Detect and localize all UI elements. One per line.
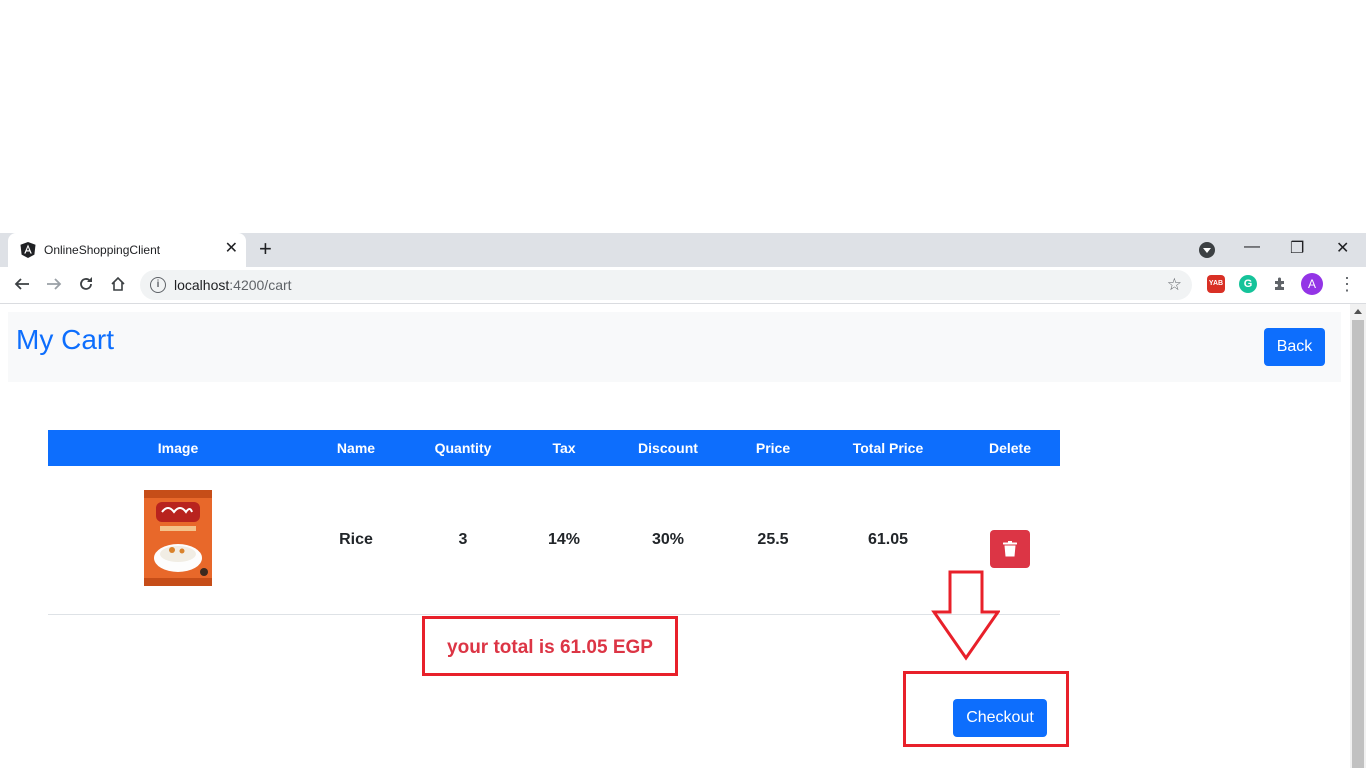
back-arrow-icon[interactable] bbox=[11, 273, 33, 295]
product-price: 25.5 bbox=[730, 466, 816, 615]
more-menu-icon[interactable]: ⋮ bbox=[1338, 275, 1356, 293]
angular-icon bbox=[20, 242, 36, 258]
product-image-cell bbox=[48, 466, 308, 615]
checkout-highlight-box: Checkout bbox=[903, 671, 1069, 747]
navbar: My Cart Back bbox=[8, 312, 1341, 382]
new-tab-button[interactable]: + bbox=[259, 238, 272, 260]
page-title[interactable]: My Cart bbox=[16, 324, 114, 356]
product-tax: 14% bbox=[522, 466, 606, 615]
bookmark-star-icon[interactable]: ☆ bbox=[1167, 275, 1182, 295]
vertical-scrollbar[interactable] bbox=[1350, 304, 1366, 768]
column-header-discount: Discount bbox=[606, 430, 730, 466]
restore-icon[interactable]: ❐ bbox=[1290, 238, 1304, 258]
column-header-tax: Tax bbox=[522, 430, 606, 466]
table-header-row: Image Name Quantity Tax Discount Price T… bbox=[48, 430, 1060, 466]
back-button[interactable]: Back bbox=[1264, 328, 1325, 366]
browser-tab[interactable]: OnlineShoppingClient ✕ bbox=[8, 233, 246, 267]
page-viewport: My Cart Back Image Name Quantity Tax Dis… bbox=[0, 304, 1350, 768]
info-icon[interactable]: i bbox=[150, 277, 166, 293]
minimize-icon[interactable]: — bbox=[1244, 238, 1260, 256]
yab-extension-icon[interactable]: YAB bbox=[1207, 275, 1225, 293]
forward-arrow-icon[interactable] bbox=[43, 273, 65, 295]
rice-package-image bbox=[144, 489, 212, 586]
reload-icon[interactable] bbox=[75, 273, 97, 295]
scrollbar-thumb[interactable] bbox=[1352, 320, 1364, 768]
product-quantity: 3 bbox=[404, 466, 522, 615]
avatar[interactable]: A bbox=[1301, 273, 1323, 295]
grammarly-extension-icon[interactable]: G bbox=[1239, 275, 1257, 293]
delete-button[interactable] bbox=[990, 529, 1030, 568]
checkout-button[interactable]: Checkout bbox=[953, 699, 1047, 737]
down-arrow-annotation bbox=[931, 570, 1000, 661]
cart-table: Image Name Quantity Tax Discount Price T… bbox=[48, 430, 1060, 615]
product-name: Rice bbox=[308, 466, 404, 615]
tab-search-icon[interactable] bbox=[1199, 242, 1215, 258]
tab-strip: OnlineShoppingClient ✕ + — ❐ ✕ bbox=[0, 233, 1366, 267]
column-header-quantity: Quantity bbox=[404, 430, 522, 466]
tab-title: OnlineShoppingClient bbox=[44, 243, 161, 257]
column-header-price: Price bbox=[730, 430, 816, 466]
column-header-delete: Delete bbox=[960, 430, 1060, 466]
total-highlight-box: your total is 61.05 EGP bbox=[422, 616, 678, 676]
scroll-up-icon[interactable] bbox=[1354, 309, 1362, 314]
close-window-icon[interactable]: ✕ bbox=[1336, 238, 1349, 258]
column-header-total-price: Total Price bbox=[816, 430, 960, 466]
url-text: localhost:4200/cart bbox=[174, 277, 292, 293]
product-discount: 30% bbox=[606, 466, 730, 615]
trash-icon bbox=[1003, 540, 1017, 556]
column-header-name: Name bbox=[308, 430, 404, 466]
home-icon[interactable] bbox=[107, 273, 129, 295]
table-row: Rice 3 14% 30% 25.5 61.05 bbox=[48, 466, 1060, 615]
address-bar[interactable]: i localhost:4200/cart ☆ bbox=[140, 270, 1192, 300]
column-header-image: Image bbox=[48, 430, 308, 466]
puzzle-extensions-icon[interactable] bbox=[1269, 273, 1291, 295]
close-tab-icon[interactable]: ✕ bbox=[225, 241, 238, 257]
cart-total-text: your total is 61.05 EGP bbox=[447, 637, 653, 658]
browser-toolbar: i localhost:4200/cart ☆ YAB G A ⋮ bbox=[0, 267, 1366, 304]
